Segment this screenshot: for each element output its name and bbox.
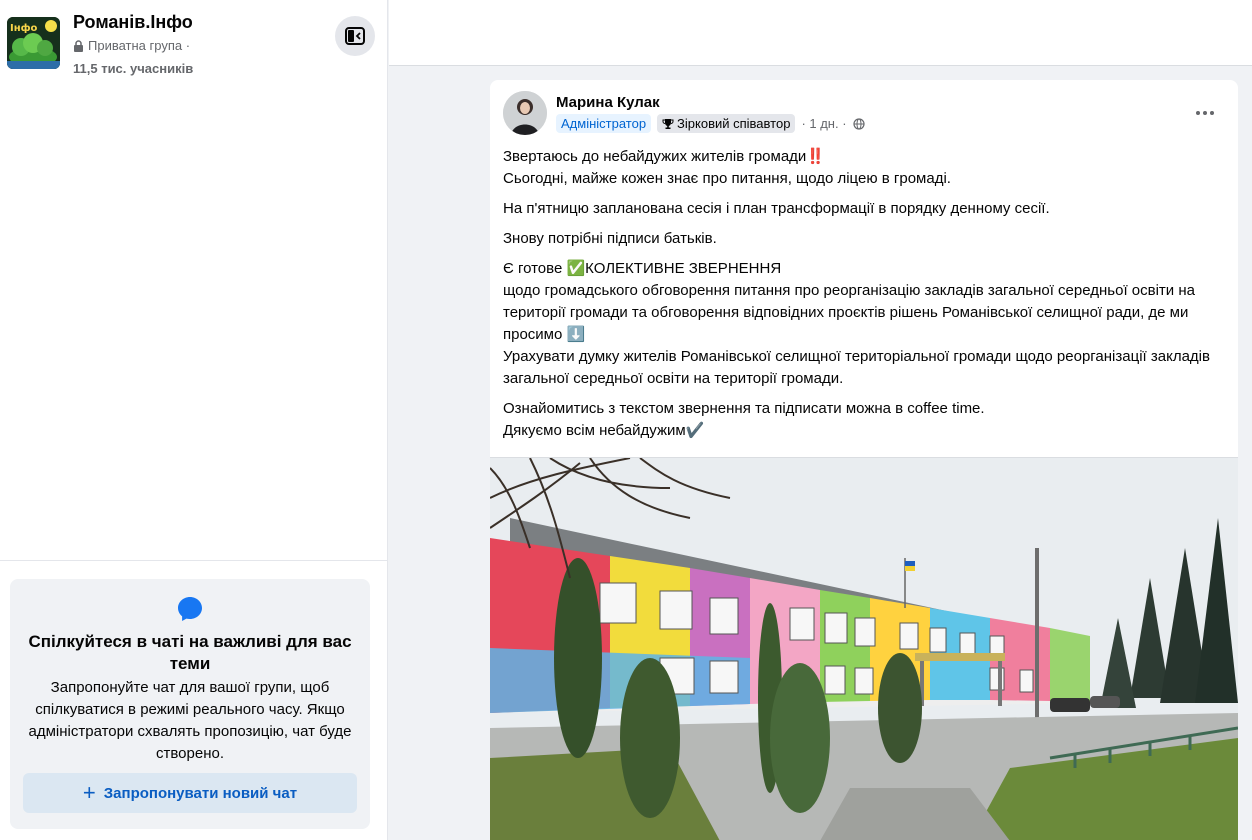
plus-icon: + [82,780,96,805]
group-privacy-label: Приватна група · [88,38,191,53]
post-paragraph: Знову потрібні підписи батьків. [503,228,1225,250]
admin-badge[interactable]: Адміністратор [556,114,652,133]
author-avatar[interactable] [503,91,547,135]
chat-card-description: Запропонуйте чат для вашої групи, щоб сп… [28,679,352,762]
group-avatar-image: Інфо [7,17,60,69]
post-text: Звертаюсь до небайдужих жителів громади‼… [503,146,1225,442]
left-sidebar: Інфо Романів.Інфо Приватна група · 11,5 … [0,0,388,840]
post-paragraph: Є готове ✅КОЛЕКТИВНЕ ЗВЕРНЕННЯ щодо гром… [503,258,1225,390]
post-line: Урахувати думку жителів Романівської сел… [503,348,1210,387]
post-time[interactable]: · 1 дн. · [801,116,846,131]
post-line: На п'ятницю запланована сесія і план тра… [503,200,1050,217]
post-line: щодо громадського обговорення питання пр… [503,282,1195,343]
post-paragraph: Звертаюсь до небайдужих жителів громади‼… [503,146,1225,190]
group-title[interactable]: Романів.Інфо [73,12,193,33]
author-name[interactable]: Марина Кулак [556,94,660,111]
post-line: Дякуємо всім небайдужим✔️ [503,422,705,439]
star-contributor-label: Зірковий співавтор [677,116,791,131]
globe-icon [852,117,865,130]
post-card: Марина Кулак Адміністратор Зірковий спів… [490,80,1238,840]
post-more-button[interactable] [1190,98,1220,128]
post-line: Сьогодні, майже кожен знає про питання, … [503,170,951,187]
post-paragraph: На п'ятницю запланована сесія і план тра… [503,198,1225,220]
post-paragraph: Ознайомитись з текстом звернення та підп… [503,398,1225,442]
lock-icon [74,39,83,52]
group-privacy: Приватна група · [73,38,190,53]
messenger-icon [178,597,202,621]
sidebar-collapse-button[interactable] [335,16,375,56]
group-header: Інфо Романів.Інфо Приватна група · 11,5 … [0,0,388,90]
suggest-new-chat-label: Запропонувати новий чат [103,784,298,802]
post-line: Ознайомитись з текстом звернення та підп… [503,400,985,417]
sidebar-divider [0,560,388,561]
chat-suggestion-card: Спілкуйтеся в чаті на важливі для вас те… [10,579,370,829]
star-contributor-badge[interactable]: Зірковий співавтор [657,114,796,133]
chat-card-title: Спілкуйтеся в чаті на важливі для вас те… [28,632,352,673]
group-avatar[interactable]: Інфо [7,17,60,69]
sidebar-collapse-icon [345,27,365,45]
post-meta: Адміністратор Зірковий співавтор · 1 дн.… [556,114,865,133]
top-bar [389,0,1252,66]
trophy-icon [662,118,674,129]
post-line: Знову потрібні підписи батьків. [503,230,717,247]
group-members-count[interactable]: 11,5 тис. учасників [73,61,193,76]
post-line: Звертаюсь до небайдужих жителів громади‼… [503,148,825,165]
post-line: Є готове ✅КОЛЕКТИВНЕ ЗВЕРНЕННЯ [503,260,782,277]
more-horizontal-icon [1196,111,1214,115]
author-avatar-image [503,91,547,135]
suggest-new-chat-button[interactable]: + Запропонувати новий чат [23,773,357,813]
school-building-photo [490,457,1238,840]
svg-text:Інфо: Інфо [10,22,38,34]
post-photo[interactable] [490,457,1238,840]
